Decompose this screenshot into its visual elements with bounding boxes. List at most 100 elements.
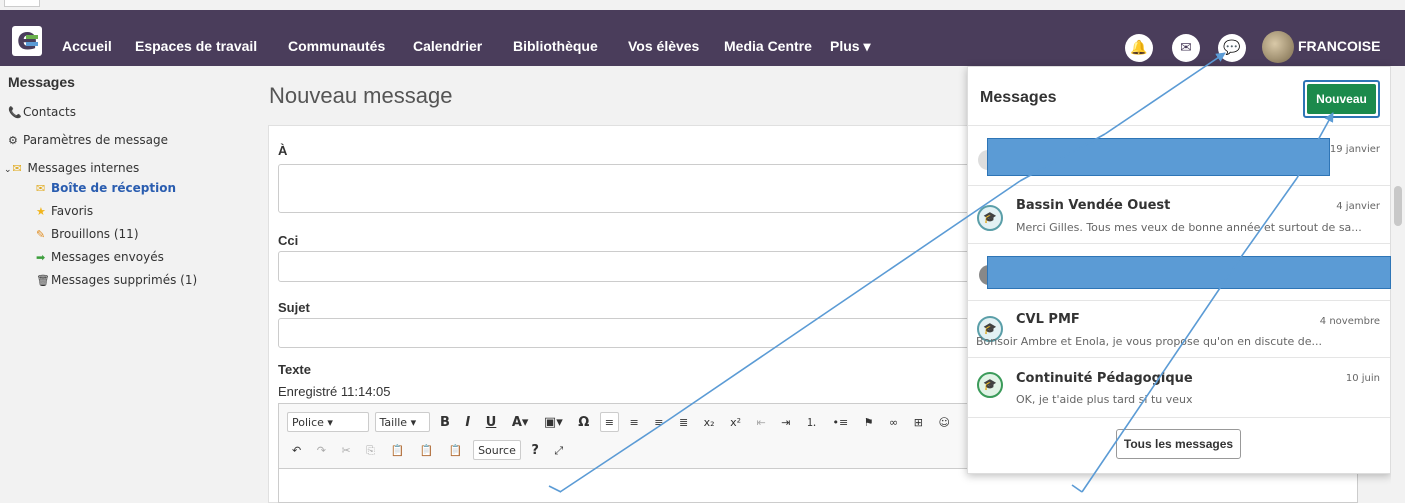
- nav-vos-eleves[interactable]: Vos élèves: [628, 38, 699, 54]
- sidebar-item-drafts[interactable]: ✎ Brouillons (11): [36, 227, 139, 241]
- subscript-icon[interactable]: x₂: [699, 412, 720, 432]
- user-avatar[interactable]: [1262, 31, 1294, 63]
- graduation-cap-icon: 🎓: [977, 372, 1003, 398]
- copy-icon[interactable]: ⎘: [361, 440, 380, 460]
- mail-icon[interactable]: ✉: [1172, 34, 1200, 62]
- divider: [968, 357, 1390, 358]
- sidebar-item-inbox[interactable]: ✉ Boîte de réception: [36, 181, 176, 195]
- underline-icon[interactable]: U: [481, 412, 502, 432]
- saved-status: Enregistré 11:14:05: [278, 384, 391, 399]
- sidebar: Messages 📞Contacts ⚙ Paramètres de messag…: [0, 66, 252, 503]
- subject-field[interactable]: [278, 318, 978, 348]
- align-center-icon[interactable]: ≡: [625, 412, 644, 432]
- message-sender: CVL PMF: [1016, 312, 1080, 327]
- browser-strip: [0, 0, 1405, 10]
- paste-icon[interactable]: 📋: [385, 440, 409, 460]
- envelope-icon: ✉: [36, 182, 46, 195]
- table-icon[interactable]: ⊞: [909, 412, 928, 432]
- arrow-right-icon: ➡: [36, 251, 46, 264]
- nav-bibliotheque[interactable]: Bibliothèque: [513, 38, 598, 54]
- justify-icon[interactable]: ≣: [674, 412, 693, 432]
- chat-icon[interactable]: 💬: [1218, 34, 1246, 62]
- flag-icon[interactable]: ⚑: [859, 412, 879, 432]
- source-button[interactable]: Source: [473, 440, 521, 460]
- to-field[interactable]: [278, 164, 978, 213]
- divider: [968, 243, 1390, 244]
- redaction-box: [987, 138, 1330, 176]
- sidebar-title: Messages: [8, 74, 75, 90]
- paste-word-icon[interactable]: 📋: [444, 440, 468, 460]
- sidebar-item-deleted[interactable]: 🗑Messages supprimés (1): [36, 273, 197, 287]
- username[interactable]: FRANCOISE: [1298, 38, 1380, 54]
- font-select[interactable]: Police ▾: [287, 412, 369, 432]
- numbered-list-icon[interactable]: ⒈: [801, 412, 822, 432]
- special-char-icon[interactable]: Ω: [573, 412, 594, 432]
- nav-media-centre[interactable]: Media Centre: [724, 38, 812, 54]
- trash-icon: 🗑: [36, 274, 50, 287]
- outdent-icon[interactable]: ⇤: [752, 412, 771, 432]
- bcc-field[interactable]: [278, 251, 978, 282]
- bg-color-icon[interactable]: ▣▾: [539, 412, 568, 432]
- divider: [968, 417, 1390, 418]
- bold-icon[interactable]: B: [435, 412, 455, 432]
- editor-toolbar-row-1: Police ▾ Taille ▾ B I U A▾ ▣▾ Ω ≡ ≡ ≡ ≣ …: [287, 412, 957, 434]
- nav-calendrier[interactable]: Calendrier: [413, 38, 482, 54]
- indent-icon[interactable]: ⇥: [776, 412, 795, 432]
- align-right-icon[interactable]: ≡: [649, 412, 668, 432]
- message-sender: Continuité Pédagogique: [1016, 371, 1193, 386]
- undo-icon[interactable]: ↶: [287, 440, 306, 460]
- message-sender: Bassin Vendée Ouest: [1016, 198, 1171, 213]
- app-logo[interactable]: e: [12, 22, 42, 57]
- size-select[interactable]: Taille ▾: [374, 412, 430, 432]
- nav-plus-menu[interactable]: Plus ▾: [830, 38, 870, 55]
- pencil-icon: ✎: [36, 228, 46, 241]
- divider: [968, 125, 1390, 126]
- message-preview: OK, je t'aide plus tard si tu veux: [1016, 393, 1193, 406]
- page-title: Nouveau message: [269, 83, 453, 108]
- chevron-down-icon: ⌄: [4, 165, 12, 175]
- star-icon: ★: [36, 205, 46, 218]
- new-message-button[interactable]: Nouveau: [1303, 80, 1380, 118]
- dropdown-title: Messages: [980, 89, 1057, 106]
- smiley-icon[interactable]: ☺: [933, 412, 954, 432]
- envelope-icon: ✉: [12, 162, 22, 175]
- italic-icon[interactable]: I: [460, 412, 475, 432]
- maximize-icon[interactable]: ⤢: [549, 440, 568, 460]
- sidebar-item-internal[interactable]: ⌄✉ Messages internes: [4, 161, 139, 175]
- redo-icon[interactable]: ↷: [312, 440, 331, 460]
- message-preview: Merci Gilles. Tous mes veux de bonne ann…: [1016, 221, 1362, 234]
- help-icon[interactable]: ?: [526, 440, 544, 460]
- browser-tab-edge: [4, 0, 40, 7]
- phone-icon: 📞: [8, 106, 22, 119]
- sidebar-item-favorites[interactable]: ★ Favoris: [36, 204, 93, 218]
- superscript-icon[interactable]: x²: [725, 412, 746, 432]
- bcc-label: Cci: [278, 233, 299, 248]
- subject-label: Sujet: [278, 300, 310, 315]
- gear-icon: ⚙: [8, 134, 18, 147]
- redaction-box: [987, 256, 1391, 289]
- cut-icon[interactable]: ✂: [336, 440, 355, 460]
- bullet-list-icon[interactable]: •≡: [827, 412, 853, 432]
- sidebar-item-settings[interactable]: ⚙ Paramètres de message: [8, 133, 168, 147]
- divider: [968, 185, 1390, 186]
- align-left-icon[interactable]: ≡: [599, 412, 620, 432]
- top-navbar: e Accueil Espaces de travail Communautés…: [0, 10, 1405, 66]
- bell-icon[interactable]: 🔔: [1125, 34, 1153, 62]
- text-label: Texte: [278, 362, 311, 377]
- message-preview: Bonsoir Ambre et Enola, je vous propose …: [976, 335, 1323, 348]
- message-date: 4 janvier: [1336, 201, 1380, 212]
- sidebar-item-contacts[interactable]: 📞Contacts: [8, 105, 76, 119]
- graduation-cap-icon: 🎓: [977, 205, 1003, 231]
- nav-accueil[interactable]: Accueil: [62, 38, 112, 54]
- sidebar-item-sent[interactable]: ➡ Messages envoyés: [36, 250, 164, 264]
- nav-espaces-de-travail[interactable]: Espaces de travail: [135, 38, 257, 54]
- paste-text-icon[interactable]: 📋: [415, 440, 439, 460]
- all-messages-button[interactable]: Tous les messages: [1116, 429, 1241, 459]
- editor-toolbar-row-2: ↶ ↷ ✂ ⎘ 📋 📋 📋 Source ? ⤢: [287, 440, 570, 462]
- text-color-icon[interactable]: A▾: [507, 412, 534, 432]
- nav-communautes[interactable]: Communautés: [288, 38, 385, 54]
- page-scrollbar[interactable]: [1391, 66, 1405, 503]
- messages-dropdown: Messages Nouveau 19 janvier 🎓 Bassin Ven…: [967, 66, 1391, 474]
- message-date: 4 novembre: [1319, 316, 1380, 327]
- link-icon[interactable]: ∞: [884, 412, 903, 432]
